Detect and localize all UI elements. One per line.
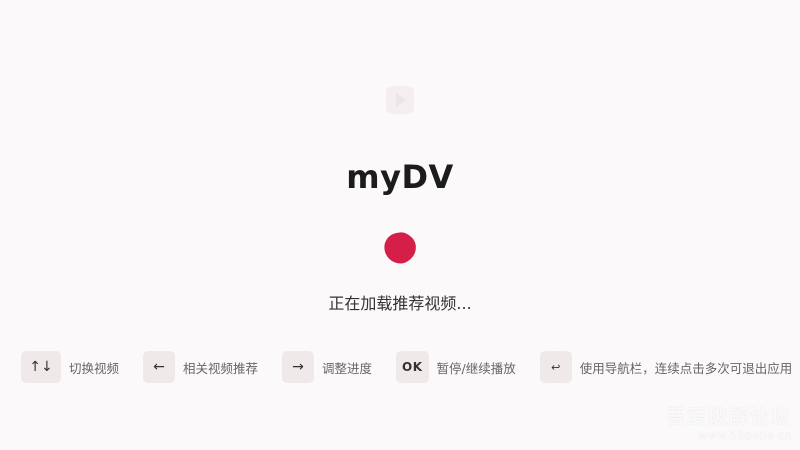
hint-label: 调整进度 (322, 360, 373, 376)
key-back: ↩ (539, 351, 572, 383)
key-right: → (282, 351, 315, 383)
hint-switch-video: ↑↓ 切换视频 (21, 351, 119, 383)
app-title: myDV (346, 158, 454, 196)
hint-label: 相关视频推荐 (183, 360, 259, 376)
key-ok: OK (396, 351, 429, 383)
app-logo-icon (386, 86, 414, 114)
watermark-url: www.52pojie.cn (698, 429, 792, 442)
loading-blob-icon (384, 232, 416, 264)
hint-seek: → 调整进度 (282, 351, 372, 383)
loading-status-text: 正在加载推荐视频... (328, 294, 472, 313)
hint-related-videos: ← 相关视频推荐 (143, 351, 258, 383)
hint-play-pause: OK 暂停/继续播放 (396, 351, 516, 383)
hint-label: 暂停/继续播放 (436, 360, 516, 376)
hint-navigation-exit: ↩ 使用导航栏，连续点击多次可退出应用 (539, 351, 793, 383)
key-left: ← (143, 351, 176, 383)
watermark-title: 吾爱破解论坛 (665, 406, 792, 428)
watermark: 吾爱破解论坛 www.52pojie.cn (666, 402, 792, 442)
remote-key-hints: ↑↓ 切换视频 ← 相关视频推荐 → 调整进度 OK 暂停/继续播放 ↩ 使用导… (21, 351, 792, 383)
hint-label: 使用导航栏，连续点击多次可退出应用 (579, 360, 793, 376)
hint-label: 切换视频 (69, 360, 120, 376)
key-up-down: ↑↓ (21, 351, 61, 383)
splash-screen: myDV 正在加载推荐视频... ↑↓ 切换视频 ← 相关视频推荐 → 调整进度… (0, 0, 800, 450)
